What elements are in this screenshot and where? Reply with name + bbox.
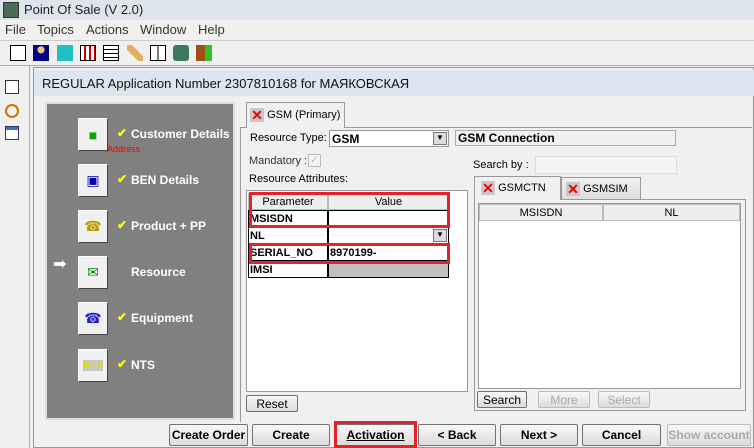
menu-file[interactable]: File <box>5 22 26 37</box>
nav-nts-label[interactable]: NTS <box>131 358 155 372</box>
show-account-button[interactable]: Show account <box>667 424 751 446</box>
nav-ben-details-button[interactable]: ▣ <box>78 164 108 197</box>
nav-nts-button[interactable]: NTS <box>78 349 108 382</box>
nav-customer-details-label[interactable]: Customer Details <box>131 127 230 141</box>
title-bar: Point Of Sale (V 2.0) <box>0 0 754 20</box>
resource-type-value: GSM <box>332 132 360 146</box>
menu-actions[interactable]: Actions <box>86 22 129 37</box>
create-order-button[interactable]: Create Order <box>169 424 248 446</box>
search-button[interactable]: Search <box>477 391 527 408</box>
search-results-table <box>478 203 741 389</box>
tab-gsmctn[interactable]: ✕ GSMCTN <box>474 176 561 200</box>
money-icon: ✉ <box>87 264 99 280</box>
column-header-nl: NL <box>603 204 740 221</box>
nav-customer-details-button[interactable]: ■ <box>78 118 108 151</box>
resource-type-select[interactable]: GSM ▼ <box>329 130 449 147</box>
reset-button[interactable]: Reset <box>246 395 298 412</box>
error-x-icon: ✕ <box>566 181 580 197</box>
nav-resource-label[interactable]: Resource <box>131 265 186 279</box>
chevron-down-icon[interactable]: ▼ <box>433 229 447 242</box>
current-step-arrow-icon: ➡ <box>53 256 67 273</box>
column-header-msisdn: MSISDN <box>479 204 603 221</box>
check-icon: ✔ <box>117 310 128 324</box>
menu-help[interactable]: Help <box>198 22 225 37</box>
nts-icon: NTS <box>83 360 103 371</box>
select-button[interactable]: Select <box>598 391 650 408</box>
table-icon[interactable] <box>103 45 119 61</box>
resource-description: GSM Connection <box>455 130 676 146</box>
tab-label: GSMCTN <box>498 181 546 194</box>
list-icon[interactable] <box>80 45 96 61</box>
mandatory-checkbox[interactable]: ✓ <box>308 154 321 167</box>
documents-icon: ▣ <box>86 172 100 188</box>
highlight-msisdn <box>249 192 450 228</box>
back-button[interactable]: < Back <box>418 424 496 446</box>
list-view-icon[interactable] <box>5 80 19 94</box>
search-by-input[interactable] <box>535 156 677 174</box>
phone-icon: ☎ <box>84 218 102 234</box>
gift-icon: ■ <box>88 126 98 143</box>
mandatory-label: Mandatory : <box>249 155 308 167</box>
tab-gsmsim[interactable]: ✕ GSMSIM <box>561 177 641 200</box>
chevron-down-icon[interactable]: ▼ <box>433 132 447 145</box>
check-icon: ✔ <box>117 172 128 186</box>
highlight-serial-no <box>249 243 450 264</box>
nav-ben-details-label[interactable]: BEN Details <box>131 173 199 187</box>
refresh-icon[interactable] <box>5 104 19 118</box>
check-icon: ✔ <box>117 218 128 232</box>
menu-bar: File Topics Actions Window Help <box>0 20 754 40</box>
pen-icon[interactable] <box>127 45 143 61</box>
app-title: Point Of Sale (V 2.0) <box>24 2 144 17</box>
nav-product-label[interactable]: Product + PP <box>131 219 206 233</box>
nav-product-button[interactable]: ☎ <box>78 210 108 243</box>
create-button[interactable]: Create <box>252 424 330 446</box>
tab-label: GSMSIM <box>583 182 628 195</box>
agent-icon[interactable] <box>57 45 73 61</box>
value-nl-select[interactable]: ▼ <box>328 227 449 244</box>
window-title: REGULAR Application Number 2307810168 fo… <box>34 70 754 96</box>
form-icon[interactable] <box>10 45 26 61</box>
tab-label: GSM (Primary) <box>267 108 341 121</box>
nav-equipment-button[interactable]: ☎ <box>78 302 108 335</box>
user-icon[interactable] <box>33 45 49 61</box>
cancel-button[interactable]: Cancel <box>582 424 661 446</box>
nav-equipment-label[interactable]: Equipment <box>131 311 193 325</box>
search-by-label: Search by : <box>473 159 529 171</box>
check-icon: ✔ <box>117 357 128 371</box>
highlight-activation <box>334 421 417 448</box>
nav-customer-address-note: Address <box>107 144 141 154</box>
error-x-icon: ✕ <box>481 180 495 196</box>
equipment-phone-icon: ☎ <box>84 310 102 326</box>
menu-window[interactable]: Window <box>140 22 186 37</box>
param-nl: NL <box>248 227 328 244</box>
toolbar <box>0 40 754 66</box>
resource-type-label: Resource Type: <box>250 132 327 144</box>
wizard-nav: ■ ✔ Customer Details Address ▣ ✔ BEN Det… <box>45 102 235 420</box>
print-icon[interactable] <box>173 45 189 61</box>
app-icon <box>3 2 19 18</box>
side-toolbar <box>0 66 30 448</box>
more-button[interactable]: More <box>538 391 590 408</box>
window-icon[interactable] <box>5 126 19 140</box>
tab-gsm-primary[interactable]: ✕ GSM (Primary) <box>246 102 345 128</box>
nav-resource-button[interactable]: ✉ <box>78 256 108 289</box>
book-icon[interactable] <box>150 45 166 61</box>
menu-topics[interactable]: Topics <box>37 22 74 37</box>
check-icon: ✔ <box>117 126 128 140</box>
next-button[interactable]: Next > <box>500 424 578 446</box>
error-x-icon: ✕ <box>250 107 264 123</box>
exit-icon[interactable] <box>196 45 212 61</box>
resource-attributes-label: Resource Attributes: <box>249 173 349 185</box>
